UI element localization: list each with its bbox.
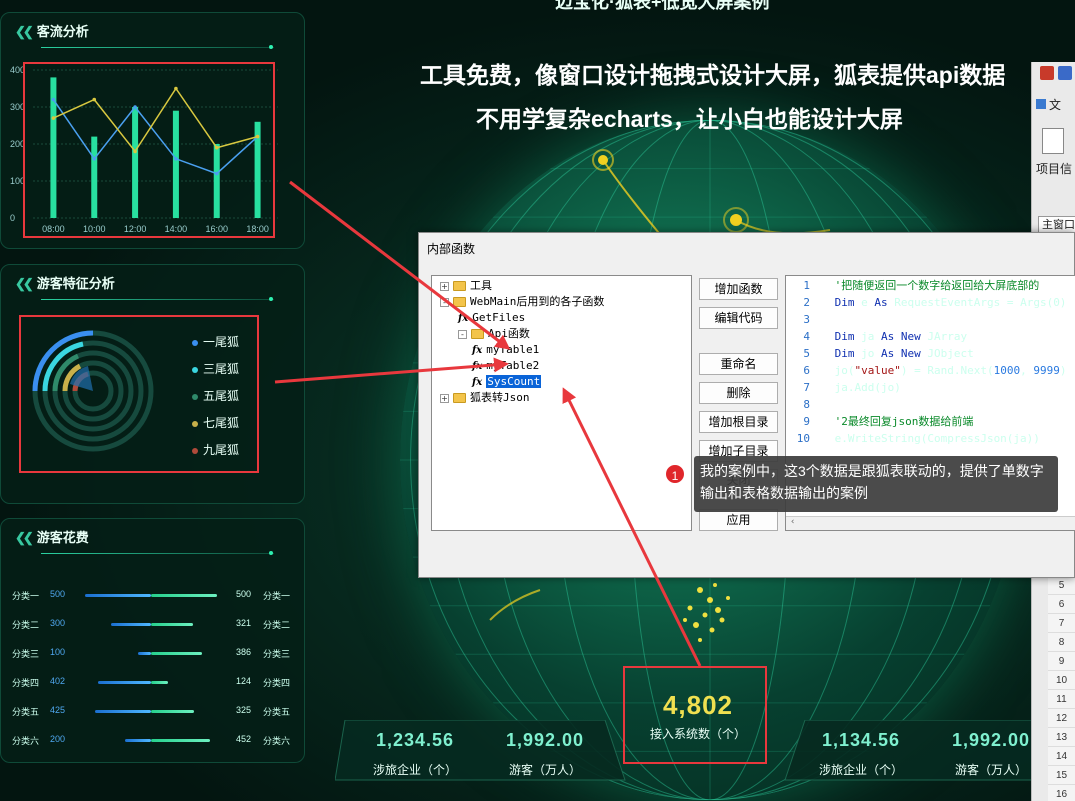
arrow-stat-to-syscount [562, 387, 702, 667]
arrow-chart-to-table1 [289, 180, 511, 350]
screen: { "header": { "top_title": "迈宝化·狐表+低宽大屏案… [0, 0, 1075, 801]
arrow-traits-to-table2 [274, 357, 509, 384]
annotation-arrows [274, 180, 702, 667]
